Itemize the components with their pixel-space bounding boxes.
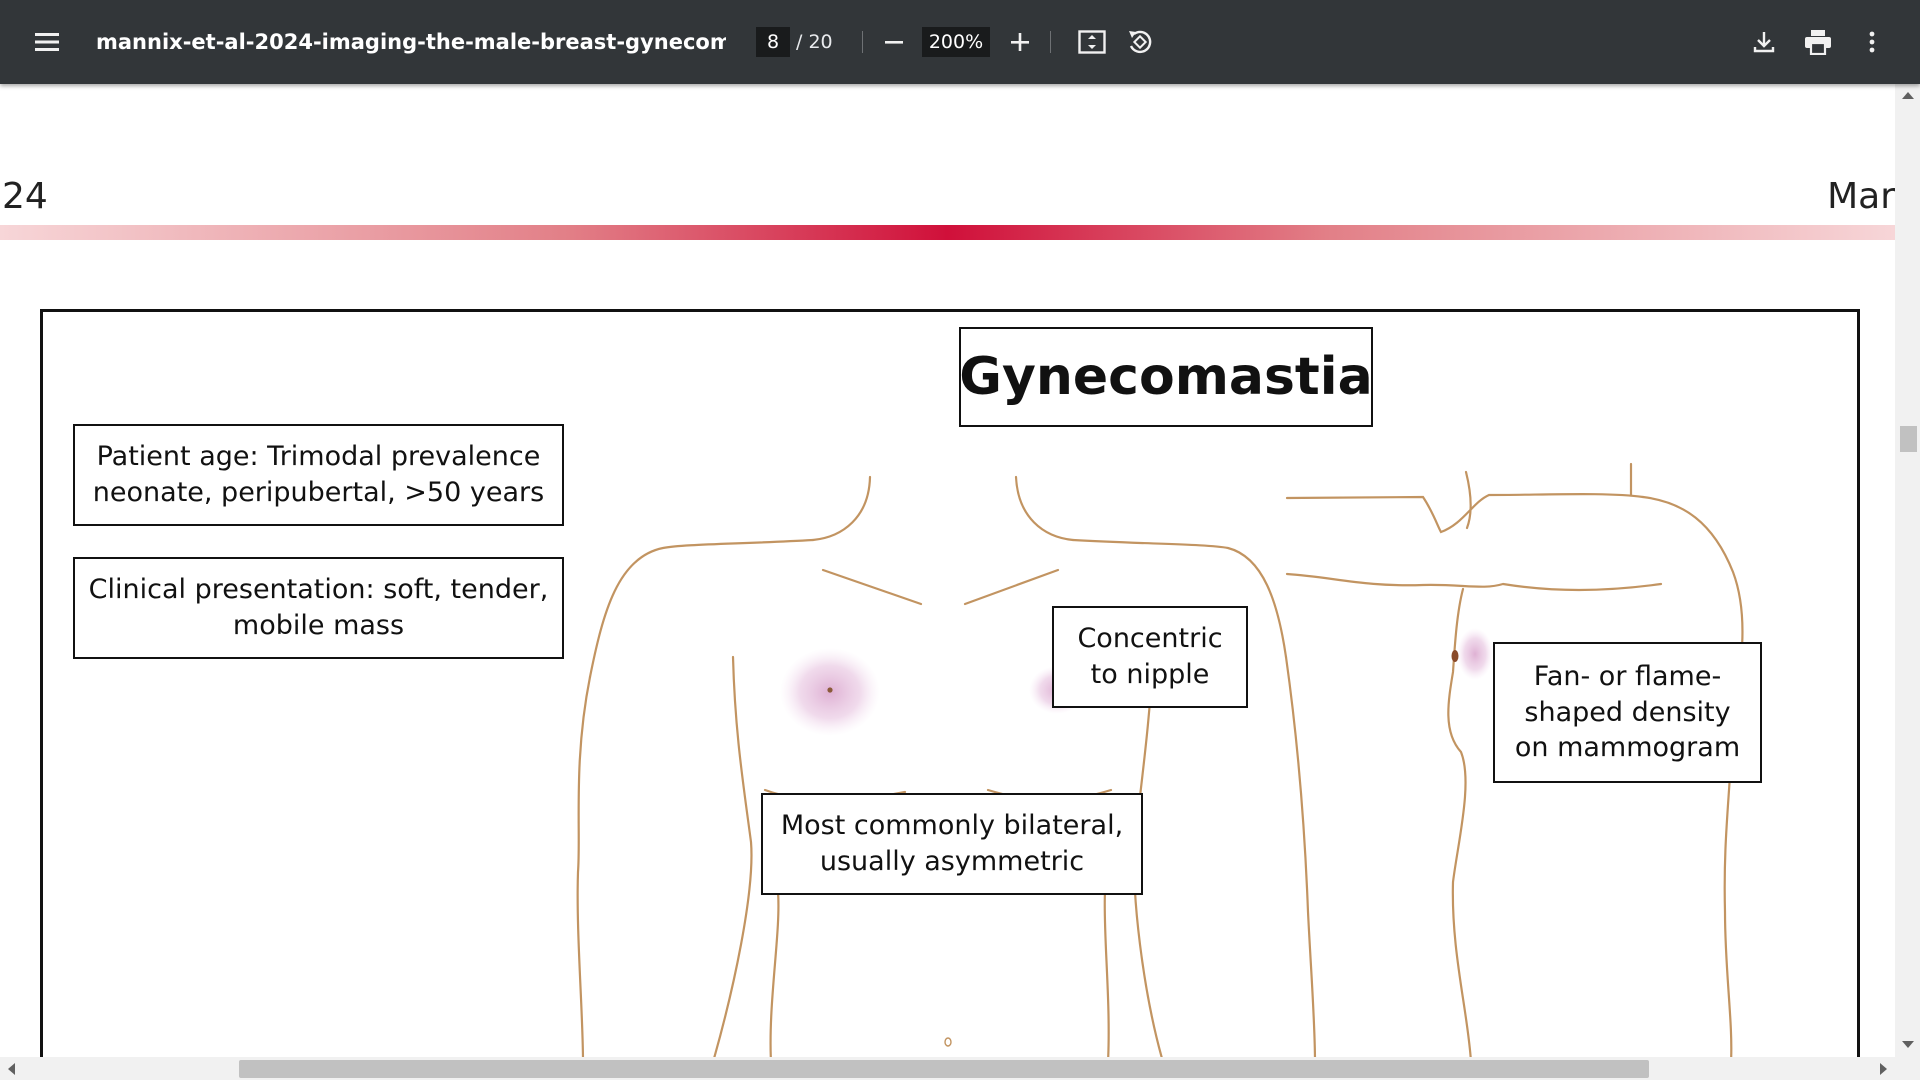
page-header-number: 24 [2,176,48,217]
vertical-scrollbar[interactable] [1895,84,1920,1057]
toolbar-separator [1050,31,1051,53]
left-nipple [827,687,833,693]
more-actions-button[interactable] [1850,20,1894,64]
page-number-input[interactable] [756,27,790,57]
zoom-in-icon [1011,33,1029,51]
menu-button[interactable] [25,20,69,64]
print-button[interactable] [1796,20,1840,64]
patient-age-label: Patient age: Trimodal prevalence neonate… [73,424,564,526]
document-title: mannix-et-al-2024-imaging-the-male-breas… [96,30,726,54]
lateral-nipple [1451,650,1459,662]
print-icon [1805,30,1831,55]
page-header-journal: Mar [1827,176,1895,217]
vertical-scroll-thumb[interactable] [1900,426,1917,452]
bilateral-label: Most commonly bilateral, usually asymmet… [761,793,1143,895]
lateral-flame-density [1457,628,1493,680]
rotate-button[interactable] [1118,20,1162,64]
clinical-presentation-label: Clinical presentation: soft, tender, mob… [73,557,564,659]
pdf-viewer-page: 24 Mar Gynecomastia Patient age: Trimoda… [0,84,1895,1057]
header-rule [0,225,1895,240]
zoom-out-icon [885,41,903,44]
zoom-in-button[interactable] [998,20,1042,64]
navel [944,1037,952,1047]
scroll-down-arrow-icon[interactable] [1902,1041,1914,1048]
pdf-toolbar: mannix-et-al-2024-imaging-the-male-breas… [0,0,1920,84]
scroll-up-arrow-icon[interactable] [1902,92,1914,99]
figure-title: Gynecomastia [959,327,1373,427]
download-icon [1753,32,1775,53]
figure-frame: Gynecomastia Patient age: Trimodal preva… [40,309,1860,1057]
toolbar-separator [862,31,863,53]
fit-page-button[interactable] [1070,20,1114,64]
scroll-left-arrow-icon[interactable] [8,1063,15,1075]
fit-page-icon [1078,30,1106,54]
zoom-out-button[interactable] [872,20,916,64]
menu-icon [35,33,59,51]
horizontal-scroll-thumb[interactable] [239,1060,1649,1078]
rotate-icon [1129,30,1152,54]
concentric-label: Concentric to nipple [1052,606,1248,708]
zoom-level-input[interactable] [922,27,990,57]
horizontal-scrollbar[interactable] [0,1057,1920,1080]
page-total: / 20 [796,31,833,53]
fan-shaped-label: Fan- or flame- shaped density on mammogr… [1493,642,1762,783]
scroll-right-arrow-icon[interactable] [1880,1063,1887,1075]
download-button[interactable] [1742,20,1786,64]
more-vert-icon [1869,31,1875,53]
